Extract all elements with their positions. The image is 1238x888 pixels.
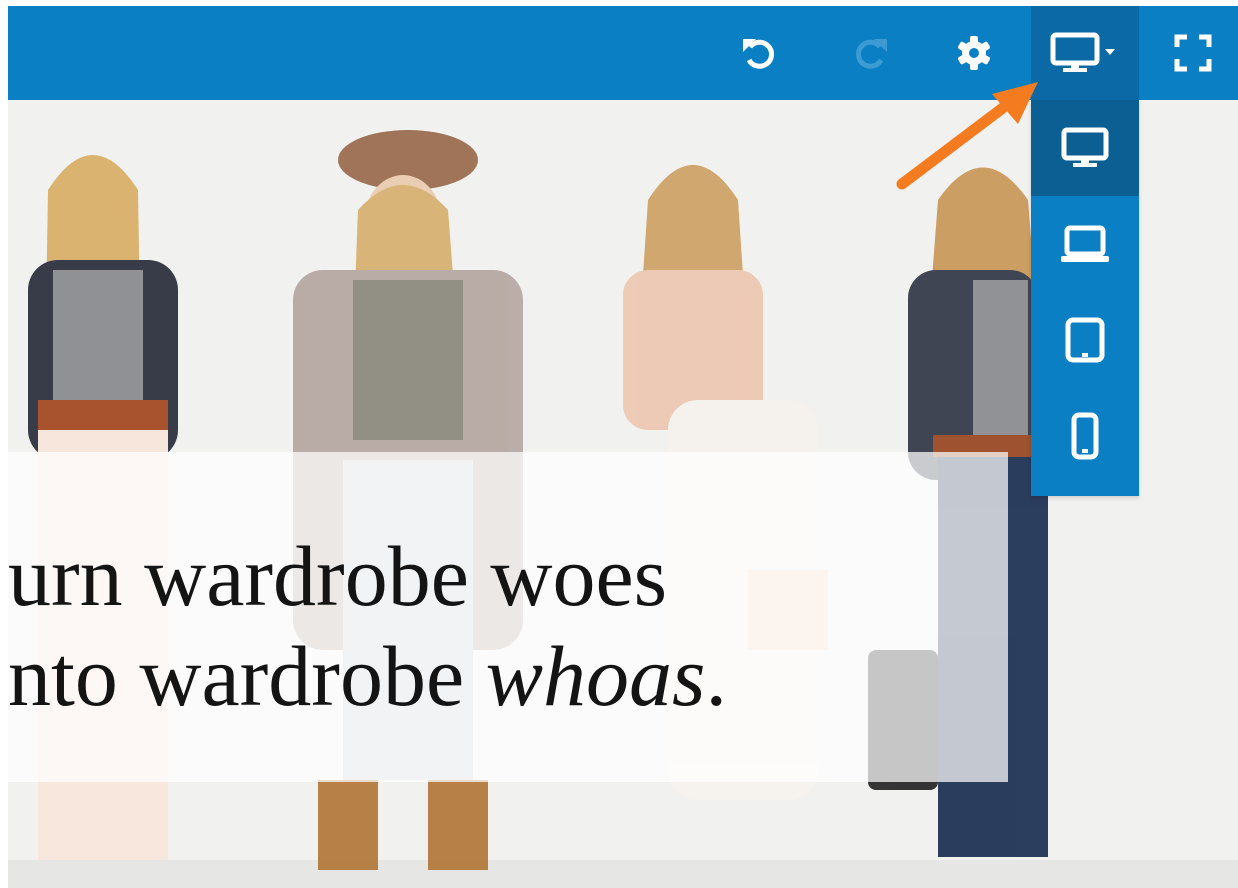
tablet-icon [1065,317,1105,363]
undo-icon [743,39,775,69]
desktop-icon [1061,127,1109,167]
headline-line-2: nto wardrobe whoas. [8,628,727,724]
device-option-laptop[interactable] [1031,196,1139,292]
fullscreen-icon [1174,34,1212,72]
desktop-icon [1050,32,1115,72]
editor-frame: urn wardrobe woes nto wardrobe whoas. [8,6,1238,888]
fullscreen-button[interactable] [1158,6,1228,100]
undo-button[interactable] [724,6,796,100]
phone-icon [1071,412,1099,460]
chevron-down-icon [1105,49,1115,55]
redo-icon [855,39,887,69]
headline-line-1: urn wardrobe woes [8,528,668,624]
gear-icon [958,36,990,70]
hero-headline: urn wardrobe woes nto wardrobe whoas. [8,526,1008,726]
editor-toolbar [8,6,1238,100]
laptop-icon [1061,225,1109,262]
headline-emphasis: whoas [485,628,706,724]
device-option-phone[interactable] [1031,388,1139,484]
callout-arrow-icon [896,82,1038,190]
device-option-tablet[interactable] [1031,292,1139,388]
